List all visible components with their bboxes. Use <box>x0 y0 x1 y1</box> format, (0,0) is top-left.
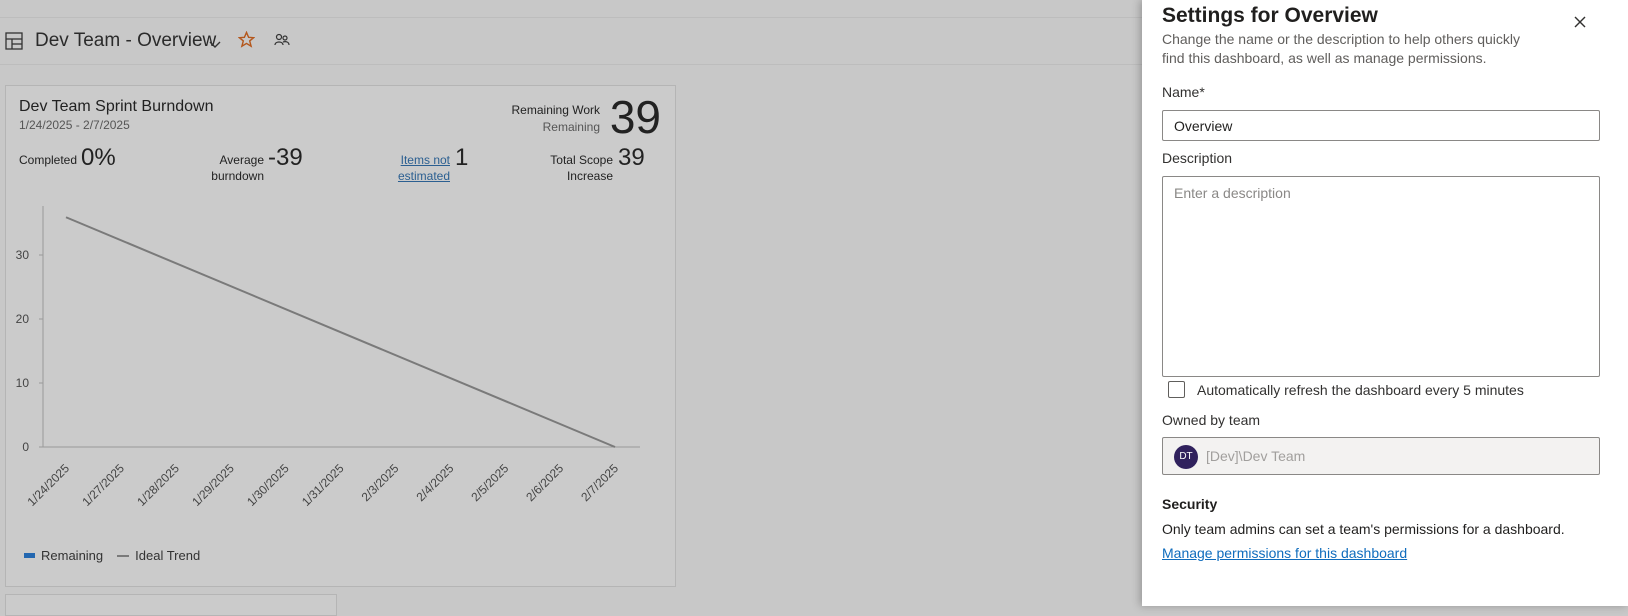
total-scope-value: 39 <box>618 144 645 171</box>
owned-by-label: Owned by team <box>1162 412 1261 428</box>
legend-remaining: Remaining <box>41 548 104 563</box>
total-scope-label: Total Scope <box>550 153 613 167</box>
chart-legend: Remaining Ideal Trend <box>24 548 200 563</box>
dashboard-grid-icon <box>5 32 23 55</box>
stat-completed: Completed 0% <box>19 146 116 170</box>
security-text: Only team admins can set a team's permis… <box>1162 521 1565 537</box>
legend-remaining-swatch <box>24 553 35 558</box>
remaining-work-label: Remaining Work Remaining <box>512 102 600 136</box>
widget-dates: 1/24/2025 - 2/7/2025 <box>19 118 130 132</box>
close-icon[interactable] <box>1570 12 1590 32</box>
avg-burndown-label-2: burndown <box>211 169 264 183</box>
chevron-down-icon[interactable] <box>209 36 221 54</box>
description-label: Description <box>1162 150 1233 166</box>
stat-average-burndown: Average burndown -39 <box>206 146 302 184</box>
items-not-estimated-link[interactable]: Items not estimated <box>398 153 450 183</box>
completed-label: Completed <box>19 153 78 167</box>
name-label: Name* <box>1162 84 1205 100</box>
x-tick-label: 2/6/2025 <box>523 461 566 504</box>
security-heading: Security <box>1162 496 1218 512</box>
favorite-star-icon[interactable] <box>237 30 256 53</box>
avg-burndown-label: Average <box>219 153 264 167</box>
legend-ideal-trend: Ideal Trend <box>135 548 201 563</box>
y-tick-label: 20 <box>16 312 30 326</box>
panel-description: Change the name or the description to he… <box>1162 31 1520 66</box>
remaining-sub-text: Remaining <box>542 120 600 134</box>
auto-refresh-checkbox[interactable] <box>1168 381 1185 398</box>
completed-value: 0% <box>81 144 116 171</box>
y-tick-label: 0 <box>22 440 29 454</box>
legend-ideal-swatch <box>117 554 130 557</box>
stat-total-scope: Total Scope Increase 39 <box>546 146 644 184</box>
second-widget <box>5 594 337 616</box>
ideal-trend-line <box>65 216 616 448</box>
widget-title: Dev Team Sprint Burndown <box>19 98 214 115</box>
avg-burndown-value: -39 <box>268 144 303 171</box>
y-tick-label: 10 <box>16 376 30 390</box>
remaining-work-value: 39 <box>609 91 661 143</box>
x-tick-label: 1/31/2025 <box>299 461 347 509</box>
x-tick-label: 2/3/2025 <box>359 461 402 504</box>
team-name: [Dev]\Dev Team <box>1206 448 1306 464</box>
x-tick-label: 2/7/2025 <box>578 461 621 504</box>
manage-permissions-link[interactable]: Manage permissions for this dashboard <box>1162 545 1407 561</box>
panel-title: Settings for Overview <box>1162 4 1378 27</box>
dashboard-header: Dev Team - Overview <box>0 18 1150 65</box>
total-scope-label-2: Increase <box>566 169 613 183</box>
y-tick-label: 30 <box>16 248 30 262</box>
stat-items-not-estimated: Items not estimated 1 <box>396 146 468 184</box>
auto-refresh-label[interactable]: Automatically refresh the dashboard ever… <box>1197 382 1524 398</box>
auto-refresh-row: Automatically refresh the dashboard ever… <box>1168 381 1524 398</box>
burndown-widget[interactable]: Dev Team Sprint Burndown 1/24/2025 - 2/7… <box>5 85 676 587</box>
x-tick-label: 1/24/2025 <box>24 461 72 509</box>
remaining-work-text: Remaining Work <box>511 103 600 117</box>
x-tick-label: 2/4/2025 <box>413 461 456 504</box>
dashboard-title[interactable]: Dev Team - Overview <box>35 30 216 52</box>
items-not-estimated-value: 1 <box>455 144 469 171</box>
x-tick-label: 2/5/2025 <box>468 461 511 504</box>
name-field[interactable] <box>1162 110 1600 141</box>
team-members-icon[interactable] <box>274 33 290 52</box>
x-tick-label: 1/29/2025 <box>189 461 237 509</box>
x-tick-label: 1/28/2025 <box>134 461 182 509</box>
owned-by-team-field: DT [Dev]\Dev Team <box>1162 437 1600 475</box>
x-tick-label: 1/27/2025 <box>79 461 127 509</box>
x-tick-label: 1/30/2025 <box>244 461 292 509</box>
description-field[interactable] <box>1162 176 1600 377</box>
team-avatar: DT <box>1174 445 1198 469</box>
settings-panel: Settings for Overview Change the name or… <box>1142 0 1628 606</box>
burndown-chart: 0 10 20 30 1/24/2025 1/27/2025 1/28/2025 1/29/2… <box>16 206 640 509</box>
